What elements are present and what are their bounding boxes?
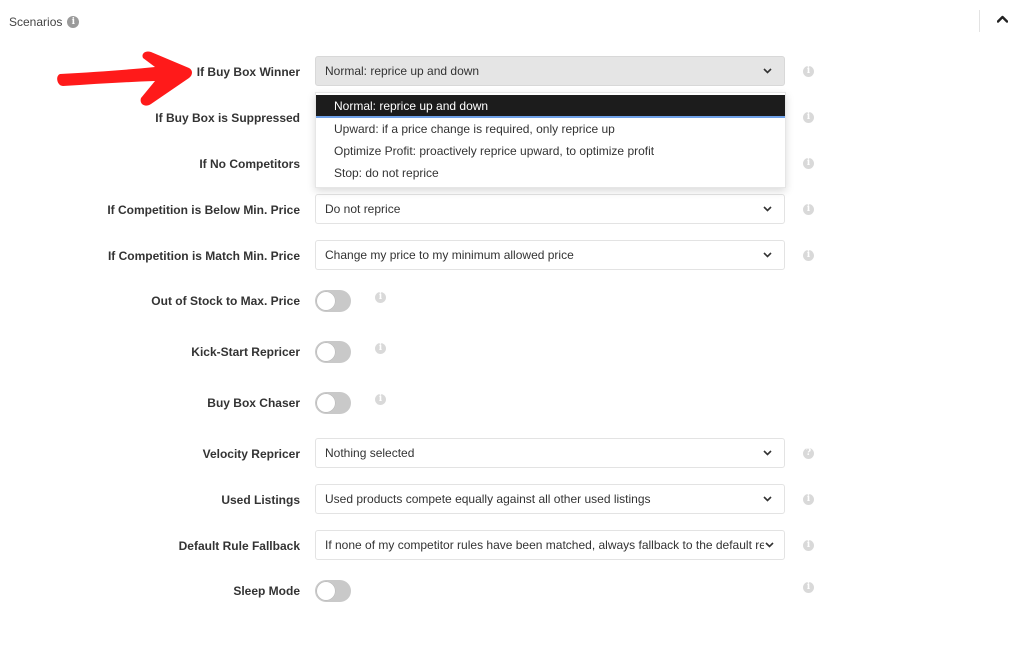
chevron-down-icon bbox=[763, 252, 772, 258]
chevron-down-icon bbox=[763, 450, 772, 456]
select-value: Used products compete equally against al… bbox=[325, 492, 651, 506]
toggle-knob bbox=[316, 581, 336, 601]
collapse-button[interactable] bbox=[993, 10, 1011, 30]
chevron-down-icon bbox=[765, 542, 774, 548]
row-default-rule-fallback: Default Rule Fallback If none of my comp… bbox=[0, 530, 1024, 562]
sleep-mode-toggle[interactable] bbox=[315, 580, 351, 602]
select-value: Do not reprice bbox=[325, 202, 401, 216]
competition-match-min-select[interactable]: Change my price to my minimum allowed pr… bbox=[315, 240, 785, 270]
chevron-up-icon bbox=[996, 15, 1008, 23]
info-icon[interactable]: i bbox=[803, 250, 814, 261]
row-used-listings: Used Listings Used products compete equa… bbox=[0, 484, 1024, 516]
toggle-knob bbox=[316, 291, 336, 311]
toggle-knob bbox=[316, 393, 336, 413]
help-icon[interactable]: ? bbox=[803, 448, 814, 459]
chevron-down-icon bbox=[763, 206, 772, 212]
row-out-of-stock-max-price: Out of Stock to Max. Price i bbox=[0, 290, 1024, 329]
select-value: Change my price to my minimum allowed pr… bbox=[325, 248, 574, 262]
buy-box-winner-select[interactable]: Normal: reprice up and down bbox=[315, 56, 785, 86]
dropdown-option-optimize-profit[interactable]: Optimize Profit: proactively reprice upw… bbox=[316, 140, 785, 162]
info-icon[interactable]: i bbox=[803, 540, 814, 551]
info-icon[interactable]: i bbox=[803, 204, 814, 215]
velocity-repricer-select[interactable]: Nothing selected bbox=[315, 438, 785, 468]
select-value: If none of my competitor rules have been… bbox=[325, 538, 764, 552]
toggle-knob bbox=[316, 342, 336, 362]
row-competition-match-min: If Competition is Match Min. Price Chang… bbox=[0, 240, 1024, 272]
row-label: If Competition is Match Min. Price bbox=[107, 249, 300, 263]
info-icon[interactable]: i bbox=[375, 394, 386, 405]
dropdown-option-normal[interactable]: Normal: reprice up and down bbox=[316, 95, 785, 118]
row-label: Kick-Start Repricer bbox=[191, 345, 300, 359]
used-listings-select[interactable]: Used products compete equally against al… bbox=[315, 484, 785, 514]
info-icon[interactable]: i bbox=[67, 16, 80, 28]
buy-box-chaser-toggle[interactable] bbox=[315, 392, 351, 414]
info-icon[interactable]: i bbox=[375, 292, 386, 303]
red-arrow-icon bbox=[57, 51, 193, 106]
row-label: Default Rule Fallback bbox=[178, 539, 300, 553]
row-label: Sleep Mode bbox=[233, 584, 300, 598]
row-label: Velocity Repricer bbox=[202, 447, 300, 461]
dropdown-option-stop[interactable]: Stop: do not reprice bbox=[316, 162, 785, 184]
default-rule-fallback-select[interactable]: If none of my competitor rules have been… bbox=[315, 530, 785, 560]
dropdown-option-upward[interactable]: Upward: if a price change is required, o… bbox=[316, 118, 785, 140]
competition-below-min-select[interactable]: Do not reprice bbox=[315, 194, 785, 224]
row-buy-box-chaser: Buy Box Chaser i bbox=[0, 392, 1024, 431]
select-value: Nothing selected bbox=[325, 446, 415, 460]
info-icon[interactable]: i bbox=[803, 158, 814, 169]
chevron-down-icon bbox=[763, 496, 772, 502]
info-icon[interactable]: i bbox=[803, 66, 814, 77]
row-label: If Buy Box Winner bbox=[196, 65, 300, 79]
info-icon[interactable]: i bbox=[375, 343, 386, 354]
chevron-down-icon bbox=[763, 68, 772, 74]
info-icon[interactable]: i bbox=[803, 582, 814, 593]
row-label: If Competition is Below Min. Price bbox=[107, 203, 300, 217]
row-sleep-mode: Sleep Mode i bbox=[0, 580, 1024, 619]
row-label: Buy Box Chaser bbox=[207, 396, 300, 410]
section-title: Scenarios bbox=[9, 15, 63, 29]
info-icon[interactable]: i bbox=[803, 112, 814, 123]
buy-box-winner-dropdown-menu: Normal: reprice up and down Upward: if a… bbox=[315, 92, 786, 188]
info-icon[interactable]: i bbox=[803, 494, 814, 505]
select-value: Normal: reprice up and down bbox=[325, 64, 480, 78]
out-of-stock-max-price-toggle[interactable] bbox=[315, 290, 351, 312]
section-header: Scenarios i bbox=[9, 15, 80, 29]
row-velocity-repricer: Velocity Repricer Nothing selected ? bbox=[0, 438, 1024, 470]
kick-start-repricer-toggle[interactable] bbox=[315, 341, 351, 363]
row-label: If No Competitors bbox=[199, 157, 300, 171]
row-label: Out of Stock to Max. Price bbox=[151, 294, 300, 308]
row-competition-below-min: If Competition is Below Min. Price Do no… bbox=[0, 194, 1024, 226]
divider bbox=[979, 10, 980, 32]
row-kick-start-repricer: Kick-Start Repricer i bbox=[0, 341, 1024, 380]
row-label: Used Listings bbox=[221, 493, 300, 507]
